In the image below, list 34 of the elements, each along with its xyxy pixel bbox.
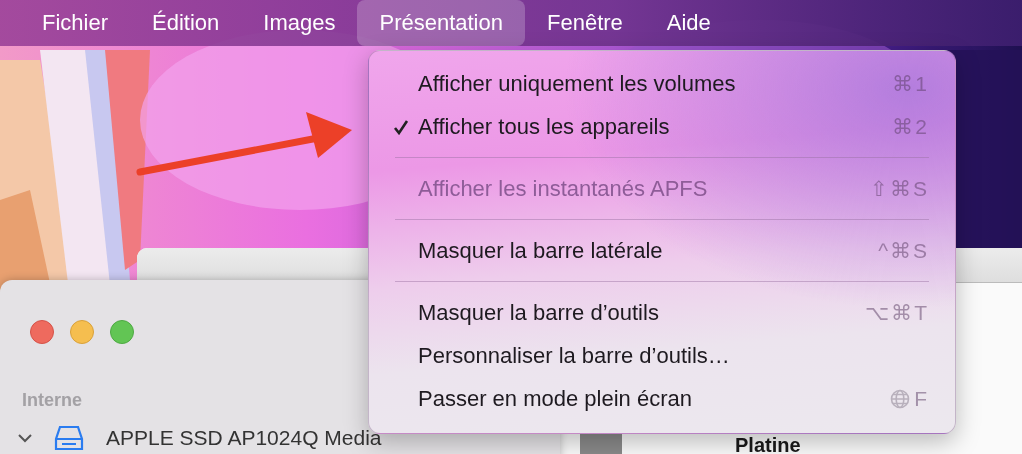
sidebar-item[interactable]: APPLE SSD AP1024Q Media <box>106 426 382 450</box>
menu-bar-item[interactable]: Aide <box>644 0 733 46</box>
sidebar-section-title: Interne <box>22 390 82 411</box>
menu-item[interactable]: Personnaliser la barre d’outils… <box>383 334 929 377</box>
menu-item-label: Personnaliser la barre d’outils… <box>418 342 730 369</box>
menu-bar-item[interactable]: Fichier <box>20 0 130 46</box>
menu-bar-item[interactable]: Présentation <box>357 0 525 46</box>
menu-item-label: Afficher uniquement les volumes <box>418 70 736 97</box>
keyboard-shortcut: ⌥⌘T <box>865 300 929 325</box>
menu-item-label: Passer en mode plein écran <box>418 385 692 412</box>
minimize-icon[interactable] <box>70 320 94 344</box>
menu-item[interactable]: Afficher uniquement les volumes ⌘1 <box>383 62 929 105</box>
menu-item[interactable]: Masquer la barre latérale ^⌘S <box>383 229 929 272</box>
volume-title: Platine <box>735 435 801 454</box>
keyboard-shortcut: ⇧⌘S <box>870 176 929 201</box>
menu-bar-item[interactable]: Images <box>241 0 358 46</box>
menu-item-label: Masquer la barre latérale <box>418 237 663 264</box>
menu-item-label: Afficher tous les appareils <box>418 113 670 140</box>
zoom-icon[interactable] <box>110 320 134 344</box>
menu-item[interactable]: Passer en mode plein écran F <box>383 377 929 420</box>
keyboard-shortcut: F <box>914 386 929 411</box>
keyboard-shortcut: ⌘2 <box>892 114 929 139</box>
menu-bar-item[interactable]: Édition <box>130 0 242 46</box>
drive-icon <box>54 425 84 451</box>
keyboard-shortcut: ⌘1 <box>892 71 929 96</box>
globe-icon <box>890 388 911 409</box>
close-icon[interactable] <box>30 320 54 344</box>
menu-item[interactable]: Masquer la barre d’outils ⌥⌘T <box>383 291 929 334</box>
menu-bar-item[interactable]: Fenêtre <box>525 0 645 46</box>
menu-item-label: Masquer la barre d’outils <box>418 299 659 326</box>
keyboard-shortcut: ^⌘S <box>878 238 929 263</box>
menu-item-label: Afficher les instantanés APFS <box>418 175 708 202</box>
chevron-icon[interactable] <box>18 433 32 443</box>
menu-item[interactable]: Afficher tous les appareils ⌘2 <box>383 105 929 148</box>
